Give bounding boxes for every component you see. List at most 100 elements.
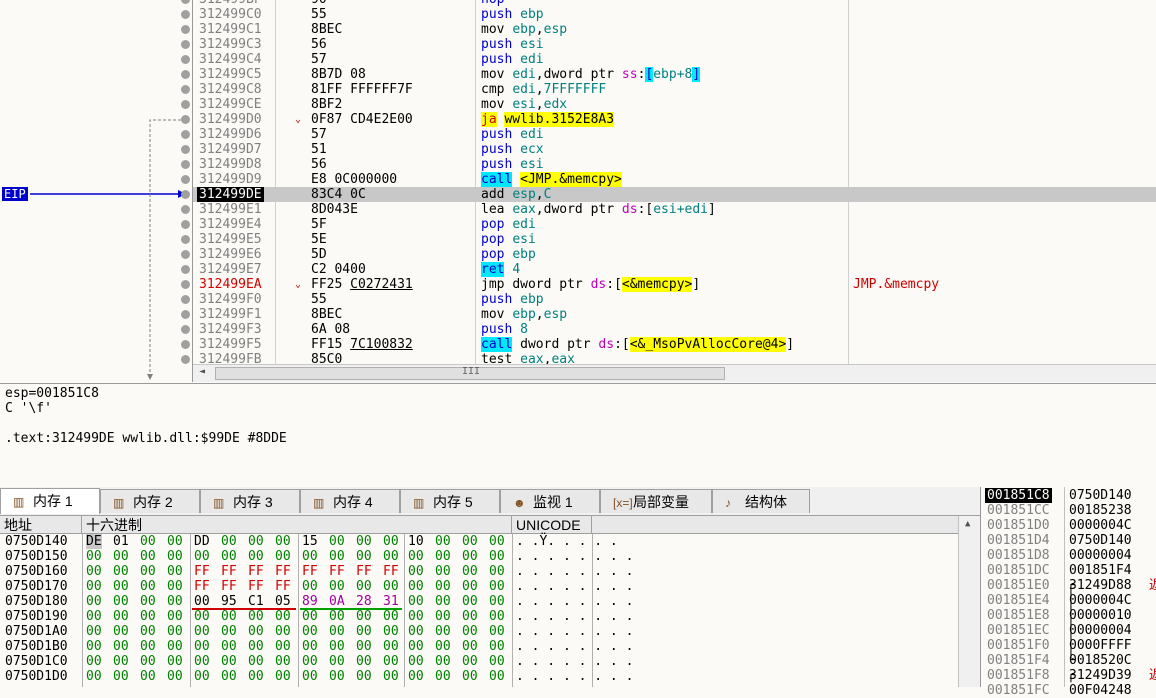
dump-byte[interactable]: 00 [489, 654, 505, 669]
dump-byte[interactable]: 00 [140, 609, 156, 624]
dump-row[interactable]: 0750D1D0 00 00 00 00 00 00 00 00 00 00 00 00 00 00 00 00… [0, 669, 958, 684]
dump-byte[interactable]: 00 [408, 669, 424, 684]
breakpoint-dot[interactable] [181, 325, 190, 334]
dump-byte[interactable]: 00 [435, 639, 451, 654]
dump-byte[interactable]: 00 [86, 564, 102, 579]
dump-byte[interactable]: 00 [462, 609, 478, 624]
dump-byte[interactable]: 00 [194, 594, 210, 609]
stack-row[interactable]: 001851F8 ┌ 31249D39 返 [981, 668, 1156, 683]
dump-byte[interactable]: 00 [408, 639, 424, 654]
dump-byte[interactable]: 00 [302, 549, 318, 564]
tab-8[interactable]: ♪ 结构体 [712, 489, 810, 513]
dump-byte[interactable]: 00 [356, 624, 372, 639]
dump-byte[interactable]: 00 [302, 669, 318, 684]
dump-byte[interactable]: 00 [329, 534, 345, 549]
dump-byte[interactable]: 00 [167, 579, 183, 594]
breakpoint-dot[interactable] [181, 145, 190, 154]
stack-row[interactable]: 001851CC 00185238 [981, 503, 1156, 518]
dump-byte[interactable]: 00 [408, 564, 424, 579]
instruction-row[interactable]: 312499BF 90 nop [193, 0, 1156, 7]
stack-row[interactable]: 001851F0 │ 0000FFFF [981, 638, 1156, 653]
stack-row[interactable]: 001851FC 00F04248 [981, 683, 1156, 698]
dump-byte[interactable]: 00 [275, 534, 291, 549]
dump-row[interactable]: 0750D1A0 00 00 00 00 00 00 00 00 00 00 00 00 00 00 00 00… [0, 624, 958, 639]
dump-byte[interactable]: 00 [167, 564, 183, 579]
dump-byte[interactable]: 00 [329, 609, 345, 624]
dump-byte[interactable]: 00 [86, 579, 102, 594]
stack-row[interactable]: 001851EC │ 00000004 [981, 623, 1156, 638]
dump-byte[interactable]: 00 [221, 609, 237, 624]
breakpoint-dot[interactable] [181, 190, 190, 199]
dump-row[interactable]: 0750D1C0 00 00 00 00 00 00 00 00 00 00 00 00 00 00 00 00… [0, 654, 958, 669]
dump-byte[interactable]: 00 [248, 549, 264, 564]
dump-byte[interactable]: 00 [383, 654, 399, 669]
dump-byte[interactable]: 00 [167, 609, 183, 624]
dump-byte[interactable]: 00 [221, 669, 237, 684]
breakpoint-dot[interactable] [181, 265, 190, 274]
dump-byte[interactable]: C1 [248, 594, 264, 609]
instruction-row[interactable]: 312499EA ⌄ FF25 C0272431 jmp dword ptr ds:[… [193, 277, 1156, 292]
dump-byte[interactable]: 00 [489, 579, 505, 594]
dump-byte[interactable]: 00 [489, 609, 505, 624]
dump-byte[interactable]: 00 [383, 534, 399, 549]
dump-row[interactable]: 0750D160 00 00 00 00 FF FF FF FF FF FF FF FF 00 00 00 00… [0, 564, 958, 579]
dump-row[interactable]: 0750D140 DE 01 00 00 DD 00 00 00 15 00 00 00 10 00 00 00… [0, 534, 958, 549]
breakpoint-dot[interactable] [181, 355, 190, 364]
dump-byte[interactable]: 00 [167, 639, 183, 654]
dump-byte[interactable]: FF [248, 579, 264, 594]
instruction-row[interactable]: 312499F0 55 push ebp [193, 292, 1156, 307]
dump-byte[interactable]: 00 [435, 609, 451, 624]
horizontal-scrollbar[interactable]: ◄ III [193, 364, 1156, 382]
dump-byte[interactable]: 00 [140, 579, 156, 594]
dump-byte[interactable]: 00 [383, 609, 399, 624]
dump-header-address[interactable]: 地址 [0, 516, 82, 534]
instruction-row[interactable]: 312499C4 57 push edi [193, 52, 1156, 67]
dump-byte[interactable]: 95 [221, 594, 237, 609]
dump-byte[interactable]: 00 [408, 609, 424, 624]
dump-byte[interactable]: 00 [356, 669, 372, 684]
dump-byte[interactable]: FF [221, 564, 237, 579]
dump-row[interactable]: 0750D1B0 00 00 00 00 00 00 00 00 00 00 00 00 00 00 00 00… [0, 639, 958, 654]
dump-byte[interactable]: 00 [221, 654, 237, 669]
breakpoint-dot[interactable] [181, 340, 190, 349]
dump-row[interactable]: 0750D170 00 00 00 00 FF FF FF FF 00 00 00 00 00 00 00 00… [0, 579, 958, 594]
breakpoint-dot[interactable] [181, 10, 190, 19]
dump-byte[interactable]: 00 [86, 594, 102, 609]
dump-byte[interactable]: 00 [140, 669, 156, 684]
instruction-row[interactable]: 312499DE 83C4 0C add esp,C [193, 187, 1156, 202]
breakpoint-dot[interactable] [181, 310, 190, 319]
dump-byte[interactable]: 31 [383, 594, 399, 609]
dump-byte[interactable]: 00 [356, 654, 372, 669]
dump-byte[interactable]: FF [356, 564, 372, 579]
breakpoint-dot[interactable] [181, 130, 190, 139]
dump-byte[interactable]: 00 [194, 669, 210, 684]
dump-byte[interactable]: 00 [329, 549, 345, 564]
dump-byte[interactable]: FF [194, 564, 210, 579]
instruction-row[interactable]: 312499D8 56 push esi [193, 157, 1156, 172]
dump-byte[interactable]: FF [383, 564, 399, 579]
tab-4[interactable]: ▥ 内存 4 [300, 489, 400, 513]
dump-byte[interactable]: 00 [462, 594, 478, 609]
stack-pane[interactable]: 001851C8 0750D140 001851CC 00185238 001851D0… [980, 487, 1156, 698]
breakpoint-dot[interactable] [181, 25, 190, 34]
dump-byte[interactable]: 00 [194, 624, 210, 639]
dump-byte[interactable]: 00 [489, 639, 505, 654]
scroll-up-arrow-icon[interactable]: ▲ [965, 519, 970, 529]
tab-2[interactable]: ▥ 内存 2 [100, 489, 200, 513]
instruction-row[interactable]: 312499C5 8B7D 08 mov edi,dword ptr ss:[ebp… [193, 67, 1156, 82]
dump-byte[interactable]: 00 [356, 549, 372, 564]
dump-byte[interactable]: 00 [329, 639, 345, 654]
dump-byte[interactable]: 00 [383, 639, 399, 654]
dump-byte[interactable]: 00 [113, 549, 129, 564]
breakpoint-dot[interactable] [181, 40, 190, 49]
dump-byte[interactable]: 00 [113, 594, 129, 609]
dump-byte[interactable]: 00 [86, 624, 102, 639]
stack-row[interactable]: 001851C8 0750D140 [981, 488, 1156, 503]
dump-byte[interactable]: 00 [383, 624, 399, 639]
dump-byte[interactable]: 01 [113, 534, 129, 549]
breakpoint-dot[interactable] [181, 160, 190, 169]
dump-byte[interactable]: 00 [435, 534, 451, 549]
tab-1[interactable]: ▥ 内存 1 [0, 488, 100, 514]
dump-byte[interactable]: 00 [140, 549, 156, 564]
dump-byte[interactable]: 00 [302, 654, 318, 669]
